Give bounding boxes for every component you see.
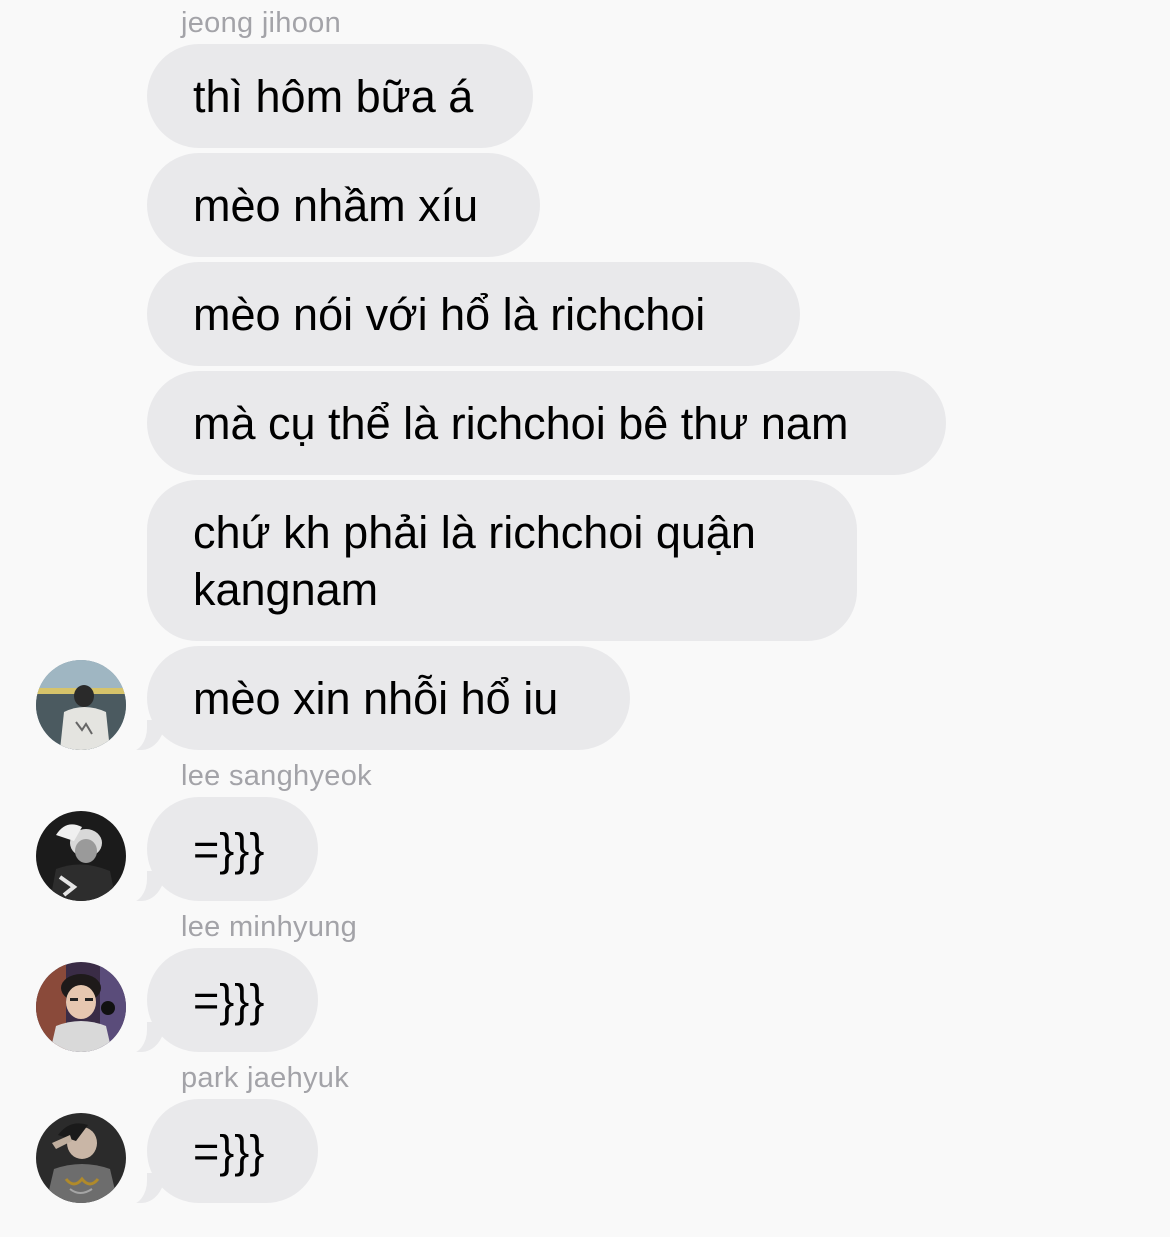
message-text: =}}} <box>193 1125 265 1177</box>
avatar[interactable] <box>36 1113 126 1203</box>
avatar[interactable] <box>36 660 126 750</box>
message-text: mà cụ thể là richchoi bê thư nam <box>193 397 849 449</box>
sender-name: jeong jihoon <box>181 7 342 39</box>
message-bubble[interactable]: thì hôm bữa á <box>147 44 533 148</box>
message-text: chứ kh phải là richchoi quận kangnam <box>193 506 756 615</box>
message-text: thì hôm bữa á <box>193 70 474 122</box>
message-bubble[interactable]: =}}} <box>119 948 318 1054</box>
message-bubble[interactable]: chứ kh phải là richchoi quận kangnam <box>147 480 857 641</box>
message-bubble[interactable]: mèo xin nhỗi hổ iu <box>119 646 630 752</box>
sender-name: lee sanghyeok <box>181 760 372 792</box>
message-bubble[interactable]: mà cụ thể là richchoi bê thư nam <box>147 371 946 475</box>
message-bubble[interactable]: mèo nói với hổ là richchoi <box>147 262 800 366</box>
sender-name: lee minhyung <box>181 911 358 943</box>
message-text: =}}} <box>193 974 265 1026</box>
message-text: mèo xin nhỗi hổ iu <box>193 672 559 724</box>
avatar[interactable] <box>36 811 126 901</box>
sender-name: park jaehyuk <box>181 1062 350 1094</box>
message-bubble[interactable]: mèo nhầm xíu <box>147 153 540 257</box>
message-text: =}}} <box>193 823 265 875</box>
avatar[interactable] <box>36 962 126 1052</box>
message-bubble[interactable]: =}}} <box>119 797 318 903</box>
message-text: mèo nhầm xíu <box>193 179 479 231</box>
message-text: mèo nói với hổ là richchoi <box>193 288 706 340</box>
message-bubble[interactable]: =}}} <box>119 1099 318 1205</box>
